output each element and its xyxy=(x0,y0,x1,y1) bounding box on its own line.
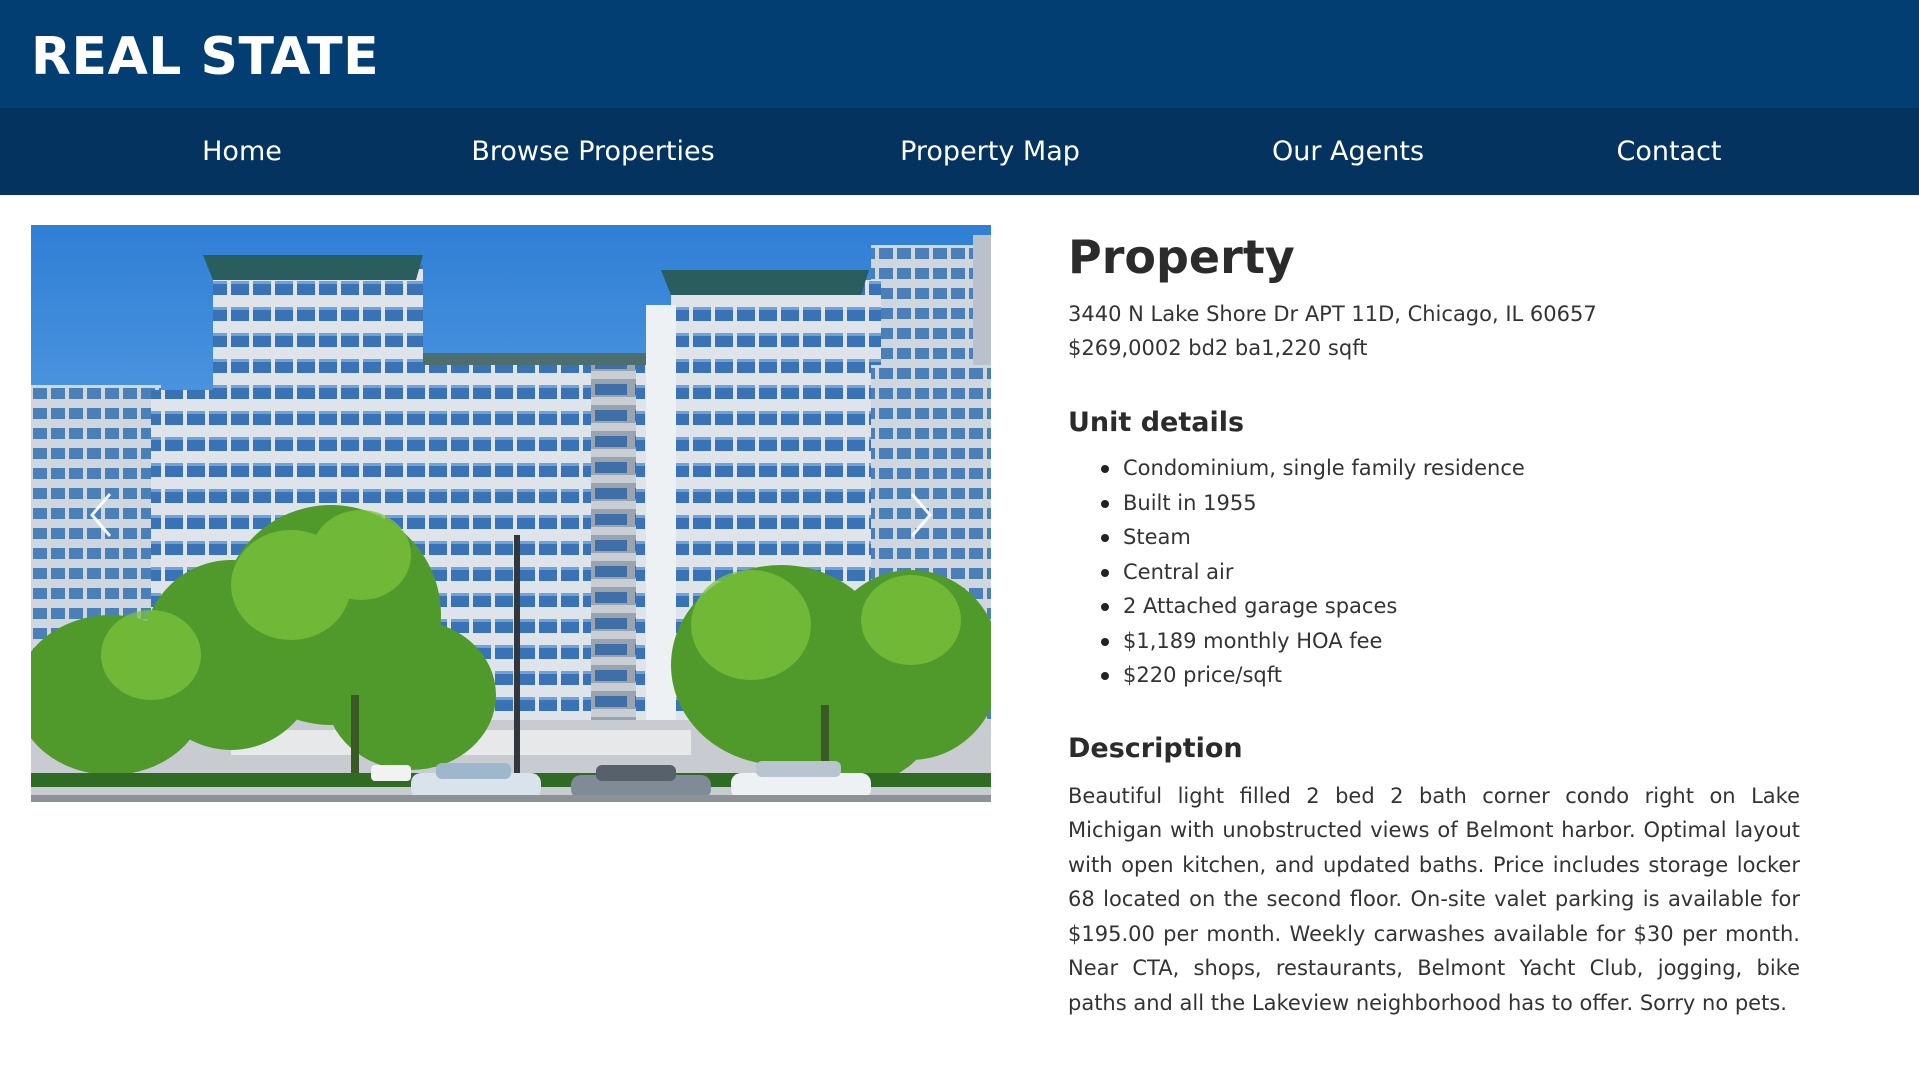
list-item: $220 price/sqft xyxy=(1101,658,1800,693)
list-item: 2 Attached garage spaces xyxy=(1101,589,1800,624)
chevron-right-icon xyxy=(910,493,932,537)
property-image-carousel[interactable] xyxy=(31,225,991,802)
nav-browse-properties[interactable]: Browse Properties xyxy=(471,108,714,195)
chevron-left-icon xyxy=(90,493,112,537)
property-address: 3440 N Lake Shore Dr APT 11D, Chicago, I… xyxy=(1068,302,1597,326)
nav-property-map[interactable]: Property Map xyxy=(900,108,1080,195)
main-nav: Home Browse Properties Property Map Our … xyxy=(0,108,1919,195)
site-header: REAL STATE xyxy=(0,0,1919,108)
unit-details-list: Condominium, single family residence Bui… xyxy=(1101,451,1800,693)
property-details: Property 3440 N Lake Shore Dr APT 11D, C… xyxy=(1068,225,1800,1020)
property-summary: $269,0002 bd2 ba1,220 sqft xyxy=(1068,336,1368,360)
property-photo xyxy=(31,225,991,802)
list-item: $1,189 monthly HOA fee xyxy=(1101,624,1800,659)
list-item: Steam xyxy=(1101,520,1800,555)
list-item: Condominium, single family residence xyxy=(1101,451,1800,486)
carousel-prev-button[interactable] xyxy=(61,465,141,565)
list-item: Built in 1955 xyxy=(1101,486,1800,521)
property-title: Property xyxy=(1068,230,1295,284)
site-logo-text[interactable]: REAL STATE xyxy=(31,22,379,92)
unit-details-heading: Unit details xyxy=(1068,407,1245,438)
carousel-next-button[interactable] xyxy=(881,465,961,565)
nav-contact[interactable]: Contact xyxy=(1616,108,1721,195)
nav-our-agents[interactable]: Our Agents xyxy=(1272,108,1424,195)
nav-home[interactable]: Home xyxy=(202,108,282,195)
list-item: Central air xyxy=(1101,555,1800,590)
property-description: Beautiful light filled 2 bed 2 bath corn… xyxy=(1068,783,1800,1015)
description-heading: Description xyxy=(1068,732,1243,764)
